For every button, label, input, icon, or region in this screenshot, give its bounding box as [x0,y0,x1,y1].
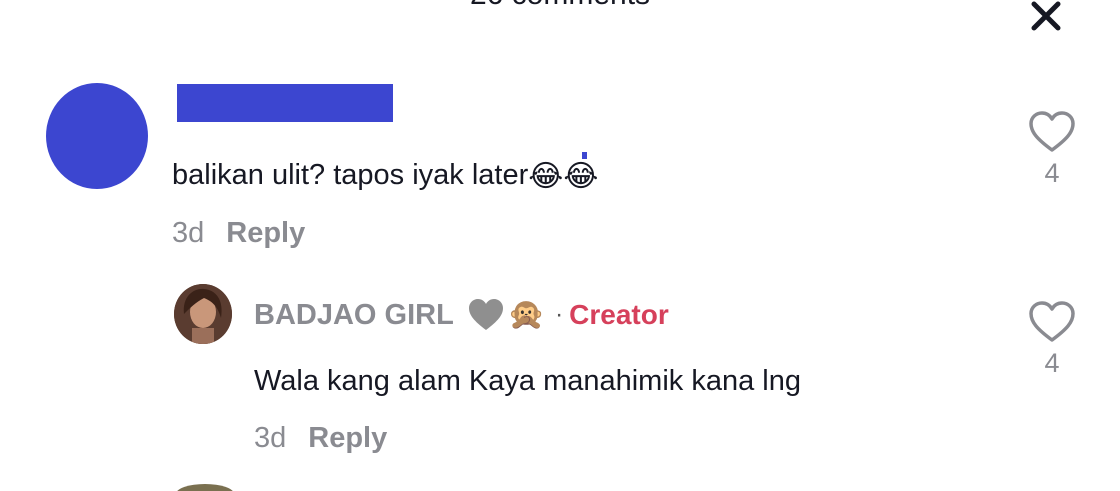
comment-timestamp: 3d [172,217,205,249]
like-count: 4 [1044,348,1060,378]
like-count: 4 [1044,158,1060,188]
reply-button[interactable]: Reply [226,217,305,249]
reply-header: BADJAO GIRL 🙊 · Creator [254,297,669,333]
laughing-emoji: 😂 [528,160,564,193]
separator: · [555,301,564,328]
comments-panel: 26 comments balikan ulit? tapos iyak lat… [0,0,1120,491]
comments-count-title: 26 comments [0,0,1120,12]
redaction-mark [582,152,587,159]
grey-heart-icon [468,299,503,330]
close-icon[interactable] [1026,0,1066,36]
monkey-emoji: 🙊 [507,298,546,331]
heart-icon[interactable] [1027,300,1077,344]
comment-text: balikan ulit? tapos iyak later😂😂 [172,156,598,194]
reply-button[interactable]: Reply [308,422,387,454]
name-emojis: 🙊 [466,297,545,333]
like-control: 4 [1022,110,1082,189]
laughing-emoji: 😂 [563,160,599,193]
like-control: 4 [1022,300,1082,379]
username-redaction [177,84,393,122]
reply-username[interactable]: BADJAO GIRL [254,297,454,333]
avatar[interactable] [174,284,232,344]
avatar[interactable] [176,484,234,491]
reply-text: Wala kang alam Kaya manahimik kana lng [254,365,801,397]
comment-meta: 3d Reply [172,215,305,251]
creator-badge: Creator [569,299,669,330]
reply-meta: 3d Reply [254,420,387,456]
heart-icon[interactable] [1027,110,1077,154]
reply-timestamp: 3d [254,422,287,454]
avatar[interactable] [46,83,148,189]
comment-body: balikan ulit? tapos iyak later [172,159,529,191]
